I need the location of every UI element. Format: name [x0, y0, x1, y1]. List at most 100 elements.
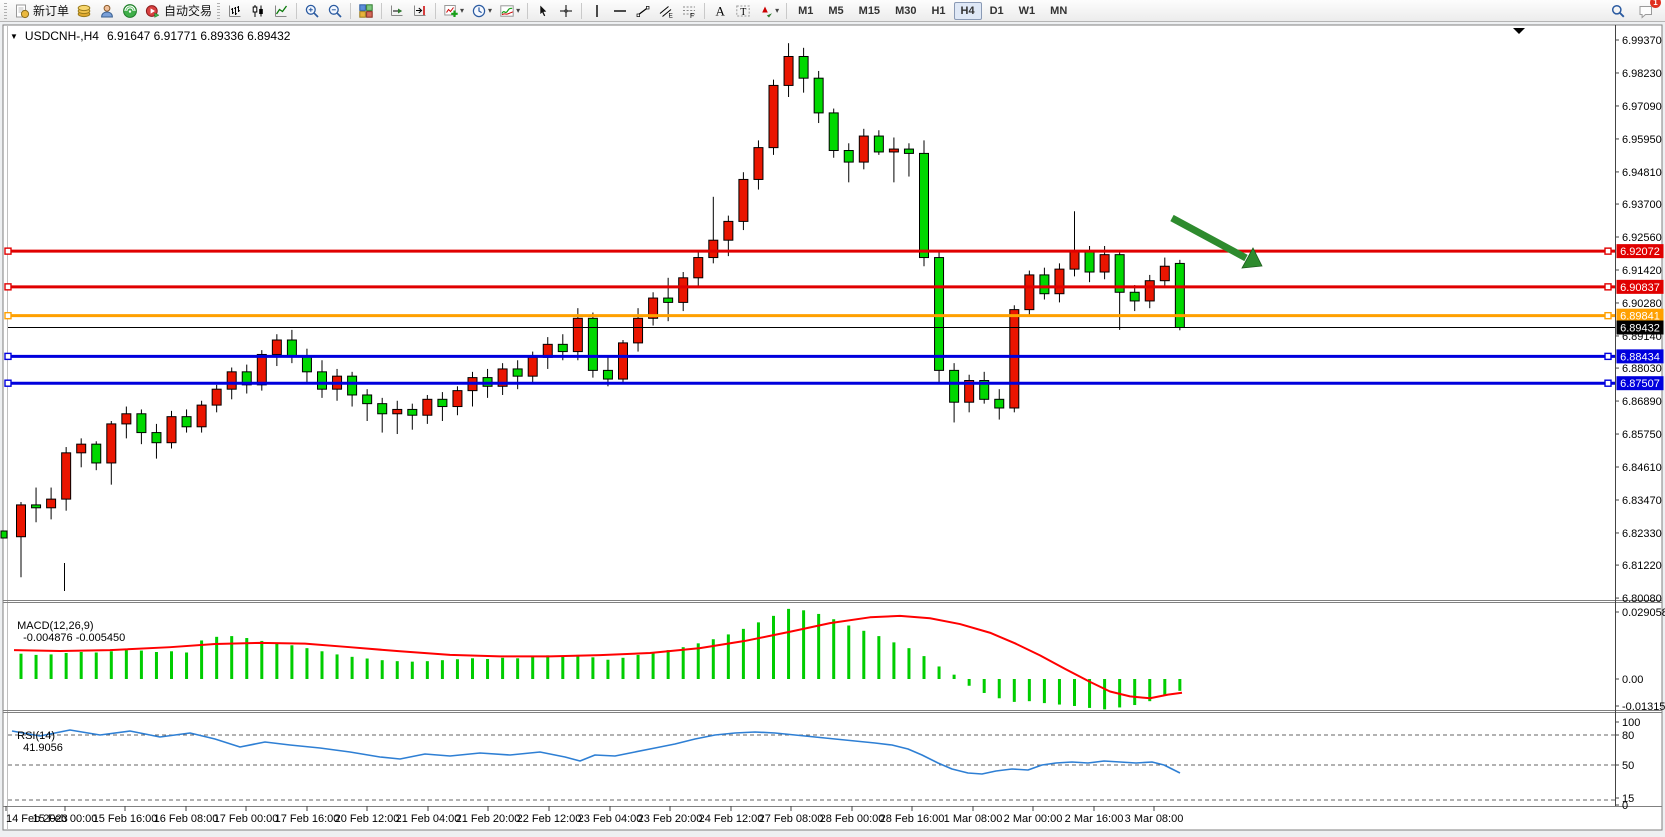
cursor-icon [535, 3, 551, 19]
search-button[interactable] [1607, 0, 1629, 21]
bear-candle [513, 369, 522, 376]
crosshair-button[interactable] [555, 0, 577, 21]
chart-candles-icon [250, 3, 266, 19]
timeframe-button-m30[interactable]: M30 [888, 2, 923, 20]
bull-candle [227, 372, 236, 389]
trendline-icon [635, 3, 651, 19]
timeframe-button-m1[interactable]: M1 [791, 2, 820, 20]
new-order-button[interactable]: 新订单 [11, 0, 72, 21]
arrows-button[interactable]: ▾ [755, 0, 782, 21]
bull-candle [453, 391, 462, 407]
zoom-in-icon [304, 3, 320, 19]
periods-button[interactable]: ▾ [468, 0, 495, 21]
timeframe-button-h1[interactable]: H1 [924, 2, 952, 20]
timeframe-button-m5[interactable]: M5 [821, 2, 850, 20]
macd-bar [155, 652, 158, 679]
signal-button[interactable] [119, 0, 141, 21]
templates-icon [499, 3, 515, 19]
price-badge-label: 6.90837 [1620, 282, 1660, 294]
line-handle [1605, 353, 1611, 359]
chart-title-collapse-icon[interactable]: ▼ [10, 32, 18, 41]
macd-bar [20, 654, 23, 679]
vertical-line-button[interactable] [586, 0, 608, 21]
bear-candle [588, 318, 597, 370]
rsi-value: 41.9056 [23, 742, 63, 754]
macd-bar [185, 652, 188, 679]
time-tick-label: 17 Feb 00:00 [214, 813, 279, 825]
price-tick-label: 6.80080 [1622, 593, 1662, 605]
text-button[interactable]: A [709, 0, 731, 21]
bear-candle [664, 298, 673, 302]
macd-bar [923, 656, 926, 679]
bear-candle [1175, 263, 1184, 327]
toolbar-separator [435, 3, 436, 19]
templates-button[interactable]: ▾ [496, 0, 523, 21]
chart-area[interactable]: 6.993706.982306.970906.959506.948106.937… [0, 22, 1665, 837]
macd-bar [336, 654, 339, 679]
bear-candle [814, 78, 823, 113]
timeframe-button-d1[interactable]: D1 [983, 2, 1011, 20]
timeframe-button-h4[interactable]: H4 [954, 2, 982, 20]
profile-button[interactable] [96, 0, 118, 21]
time-tick-label: 21 Feb 04:00 [396, 813, 461, 825]
bull-candle [859, 136, 868, 162]
chart-bars-button[interactable] [224, 0, 246, 21]
chart-line-button[interactable] [270, 0, 292, 21]
gold-button[interactable] [73, 0, 95, 21]
macd-bar [396, 661, 399, 679]
macd-bar [260, 641, 263, 679]
trendline-button[interactable] [632, 0, 654, 21]
zoom-in-button[interactable] [301, 0, 323, 21]
bull-candle [784, 56, 793, 85]
macd-bar [531, 657, 534, 679]
channel-button[interactable]: E [655, 0, 677, 21]
macd-bar [1073, 679, 1076, 706]
zoom-out-button[interactable] [324, 0, 346, 21]
text-label-icon: T [735, 3, 751, 19]
bear-candle [302, 356, 311, 372]
chat-button[interactable]: 1 [1635, 0, 1657, 21]
timeframe-button-m15[interactable]: M15 [852, 2, 887, 20]
price-tick-label: 6.88030 [1622, 363, 1662, 375]
bull-candle [197, 405, 206, 427]
bear-candle [995, 399, 1004, 408]
dropdown-caret-icon: ▾ [488, 6, 492, 15]
macd-bar [561, 656, 564, 679]
bull-candle [393, 409, 402, 413]
tile-windows-button[interactable] [355, 0, 377, 21]
auto-trading-button[interactable]: 自动交易 [142, 0, 215, 21]
bull-candle [769, 85, 778, 147]
horizontal-line-button[interactable] [609, 0, 631, 21]
timeframe-button-w1[interactable]: W1 [1012, 2, 1043, 20]
line-handle [5, 353, 11, 359]
macd-bar [968, 679, 971, 686]
text-label-button[interactable]: T [732, 0, 754, 21]
price-tick-label: 6.97090 [1622, 101, 1662, 113]
rsi-name: RSI(14) [17, 730, 55, 742]
auto-scroll-button[interactable] [386, 0, 408, 21]
chart-title: ▼ USDCNH-,H4 6.91647 6.91771 6.89336 6.8… [10, 29, 290, 43]
macd-bar [1103, 679, 1106, 709]
cursor-button[interactable] [532, 0, 554, 21]
bull-candle [889, 149, 898, 152]
search-icon [1610, 3, 1626, 19]
bear-candle [844, 151, 853, 163]
toolbar-separator [786, 3, 787, 19]
fibonacci-button[interactable]: F [678, 0, 700, 21]
timeframe-button-mn[interactable]: MN [1043, 2, 1074, 20]
price-tick-label: 6.93700 [1622, 199, 1662, 211]
chart-shift-button[interactable] [409, 0, 431, 21]
chart-candles-button[interactable] [247, 0, 269, 21]
macd-bar [351, 657, 354, 679]
svg-text:A: A [716, 3, 726, 18]
add-indicator-button[interactable]: ▾ [440, 0, 467, 21]
macd-bar [576, 655, 579, 679]
macd-indicator-label: MACD(12,26,9) -0.004876 -0.005450 [11, 608, 125, 644]
line-handle [1605, 380, 1611, 386]
macd-bar [907, 648, 910, 679]
bull-candle [1010, 310, 1019, 408]
macd-bar [275, 643, 278, 679]
line-handle [1605, 284, 1611, 290]
macd-bar [140, 651, 143, 679]
rsi-axis-label: 0 [1622, 800, 1628, 812]
